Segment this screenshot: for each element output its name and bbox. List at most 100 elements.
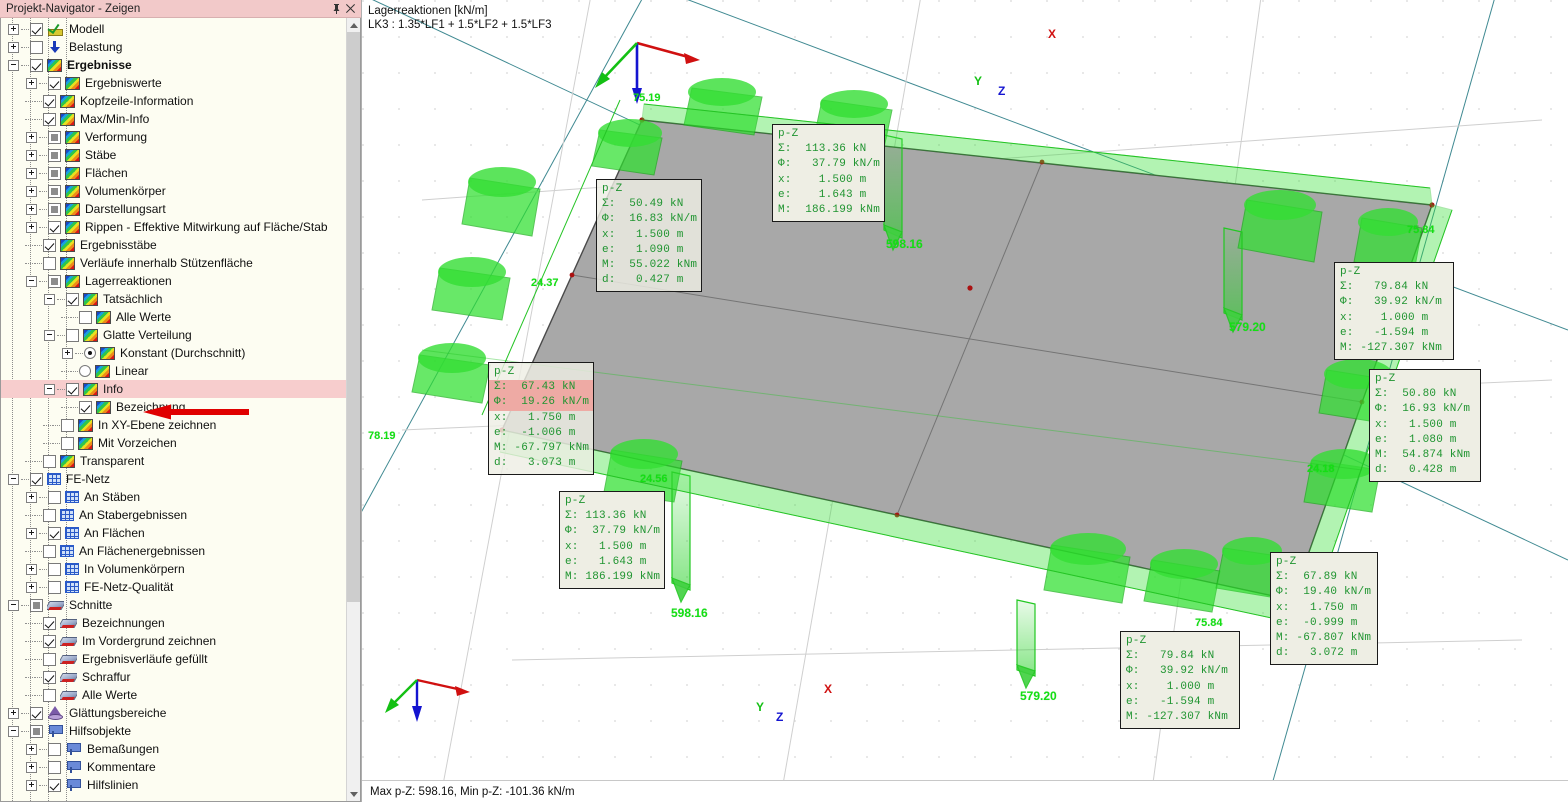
tree-checkbox-checked[interactable] (66, 382, 79, 396)
expand-plus-icon[interactable] (25, 761, 38, 774)
tree-item-an-stabergebnissen[interactable]: An Stabergebnissen (1, 506, 346, 524)
expand-plus-icon[interactable] (25, 581, 38, 594)
tree-checkbox-unchecked[interactable] (79, 310, 92, 324)
tree-item-alle-werte[interactable]: Alle Werte (1, 686, 346, 704)
tree-item-bemaßungen[interactable]: Bemaßungen (1, 740, 346, 758)
expand-plus-icon[interactable] (25, 563, 38, 576)
tree-checkbox-unchecked[interactable] (43, 688, 56, 702)
tree-checkbox-partial[interactable] (48, 166, 61, 180)
tree-checkbox-checked[interactable] (30, 472, 43, 486)
collapse-minus-icon[interactable] (7, 59, 20, 72)
tree-item-schraffur[interactable]: Schraffur (1, 668, 346, 686)
tree-item-glättungsbereiche[interactable]: Glättungsbereiche (1, 704, 346, 722)
close-icon[interactable] (343, 2, 357, 16)
tree-checkbox-checked[interactable] (66, 292, 79, 306)
tree-item-tatsächlich[interactable]: Tatsächlich (1, 290, 346, 308)
tree-item-fe-netz[interactable]: FE-Netz (1, 470, 346, 488)
tree-item-an-flächen[interactable]: An Flächen (1, 524, 346, 542)
tree-checkbox-checked[interactable] (48, 778, 61, 792)
tree-checkbox-unchecked[interactable] (48, 580, 61, 594)
tree-item-rippen-effektive-mitwirkung-auf-fläche-stab[interactable]: Rippen - Effektive Mitwirkung auf Fläche… (1, 218, 346, 236)
scrollbar-thumb[interactable] (347, 32, 360, 602)
result-info-label[interactable]: p-Z Σ: 79.84 kN Φ: 39.92 kN/m x: 1.000 m e: … (1334, 262, 1454, 361)
tree-item-hilfslinien[interactable]: Hilfslinien (1, 776, 346, 794)
tree-checkbox-partial[interactable] (30, 598, 43, 612)
tree-item-transparent[interactable]: Transparent (1, 452, 346, 470)
tree-checkbox-unchecked[interactable] (48, 742, 61, 756)
tree-checkbox-checked[interactable] (48, 76, 61, 90)
result-info-label[interactable]: p-Z Σ: 113.36 kN Φ: 37.79 kN/m x: 1.500 m e:… (772, 124, 886, 223)
tree-item-ergebnisstäbe[interactable]: Ergebnisstäbe (1, 236, 346, 254)
expand-plus-icon[interactable] (25, 149, 38, 162)
tree-item-linear[interactable]: Linear (1, 362, 346, 380)
expand-plus-icon[interactable] (61, 347, 74, 360)
tree-item-verformung[interactable]: Verformung (1, 128, 346, 146)
collapse-minus-icon[interactable] (7, 599, 20, 612)
expand-plus-icon[interactable] (25, 527, 38, 540)
expand-plus-icon[interactable] (7, 41, 20, 54)
tree-checkbox-partial[interactable] (30, 724, 43, 738)
tree-radio-unselected[interactable] (79, 365, 91, 377)
tree-checkbox-checked[interactable] (43, 112, 56, 126)
tree-checkbox-partial[interactable] (48, 202, 61, 216)
tree-item-in-volumenkörpern[interactable]: In Volumenkörpern (1, 560, 346, 578)
tree-item-volumenkörper[interactable]: Volumenkörper (1, 182, 346, 200)
tree-checkbox-checked[interactable] (43, 670, 56, 684)
tree-item-glatte-verteilung[interactable]: Glatte Verteilung (1, 326, 346, 344)
tree-checkbox-checked[interactable] (43, 238, 56, 252)
navigator-tree[interactable]: Modell Belastung Ergebnisse Ergebniswerte Ko… (1, 18, 346, 801)
tree-checkbox-partial[interactable] (48, 184, 61, 198)
tree-checkbox-checked[interactable] (79, 400, 92, 414)
collapse-minus-icon[interactable] (43, 383, 56, 396)
tree-item-darstellungsart[interactable]: Darstellungsart (1, 200, 346, 218)
result-info-label[interactable]: p-Z Σ: 67.89 kN Φ: 19.40 kN/m x: 1.750 m e: … (1270, 552, 1378, 666)
tree-checkbox-unchecked[interactable] (30, 40, 43, 54)
tree-item-ergebniswerte[interactable]: Ergebniswerte (1, 74, 346, 92)
tree-item-ergebnisverläufe-gefüllt[interactable]: Ergebnisverläufe gefüllt (1, 650, 346, 668)
expand-plus-icon[interactable] (7, 23, 20, 36)
tree-checkbox-unchecked[interactable] (43, 544, 56, 558)
result-info-label[interactable]: p-Z Σ: 113.36 kN Φ: 37.79 kN/m x: 1.500 m e:… (559, 491, 666, 590)
tree-item-max-min-info[interactable]: Max/Min-Info (1, 110, 346, 128)
tree-item-bezeichnung[interactable]: Bezeichnung (1, 398, 346, 416)
result-info-label[interactable]: p-Z Σ: 67.43 kN Φ: 19.26 kN/m x: 1.750 m e: … (488, 362, 595, 476)
tree-checkbox-checked[interactable] (30, 22, 43, 36)
result-info-label[interactable]: p-Z Σ: 50.49 kN Φ: 16.83 kN/m x: 1.500 m e: … (596, 179, 703, 293)
tree-item-an-flächenergebnissen[interactable]: An Flächenergebnissen (1, 542, 346, 560)
tree-item-hilfsobjekte[interactable]: Hilfsobjekte (1, 722, 346, 740)
tree-checkbox-checked[interactable] (48, 220, 61, 234)
tree-item-belastung[interactable]: Belastung (1, 38, 346, 56)
tree-item-kopfzeile-information[interactable]: Kopfzeile-Information (1, 92, 346, 110)
expand-plus-icon[interactable] (7, 707, 20, 720)
tree-item-modell[interactable]: Modell (1, 20, 346, 38)
tree-item-stäbe[interactable]: Stäbe (1, 146, 346, 164)
collapse-minus-icon[interactable] (7, 725, 20, 738)
tree-checkbox-unchecked[interactable] (43, 652, 56, 666)
tree-checkbox-checked[interactable] (43, 616, 56, 630)
result-info-label[interactable]: p-Z Σ: 79.84 kN Φ: 39.92 kN/m x: 1.000 m e: … (1120, 631, 1240, 730)
collapse-minus-icon[interactable] (43, 329, 56, 342)
expand-plus-icon[interactable] (25, 167, 38, 180)
tree-item-konstant-durchschnitt[interactable]: Konstant (Durchschnitt) (1, 344, 346, 362)
tree-item-flächen[interactable]: Flächen (1, 164, 346, 182)
model-viewport[interactable]: Lagerreaktionen [kN/m] LK3 : 1.35*LF1 + … (362, 0, 1568, 802)
tree-checkbox-checked[interactable] (30, 706, 43, 720)
expand-plus-icon[interactable] (25, 185, 38, 198)
tree-item-lagerreaktionen[interactable]: Lagerreaktionen (1, 272, 346, 290)
tree-item-kommentare[interactable]: Kommentare (1, 758, 346, 776)
tree-checkbox-checked[interactable] (43, 94, 56, 108)
tree-item-in-xy-ebene-zeichnen[interactable]: In XY-Ebene zeichnen (1, 416, 346, 434)
tree-item-info[interactable]: Info (1, 380, 346, 398)
expand-plus-icon[interactable] (25, 77, 38, 90)
tree-checkbox-partial[interactable] (48, 274, 61, 288)
tree-item-im-vordergrund-zeichnen[interactable]: Im Vordergrund zeichnen (1, 632, 346, 650)
tree-checkbox-unchecked[interactable] (61, 418, 74, 432)
expand-plus-icon[interactable] (25, 221, 38, 234)
scroll-down-button[interactable] (347, 787, 360, 801)
tree-item-ergebnisse[interactable]: Ergebnisse (1, 56, 346, 74)
collapse-minus-icon[interactable] (43, 293, 56, 306)
expand-plus-icon[interactable] (25, 203, 38, 216)
scroll-up-button[interactable] (347, 18, 360, 32)
tree-checkbox-unchecked[interactable] (48, 562, 61, 576)
tree-checkbox-unchecked[interactable] (48, 760, 61, 774)
